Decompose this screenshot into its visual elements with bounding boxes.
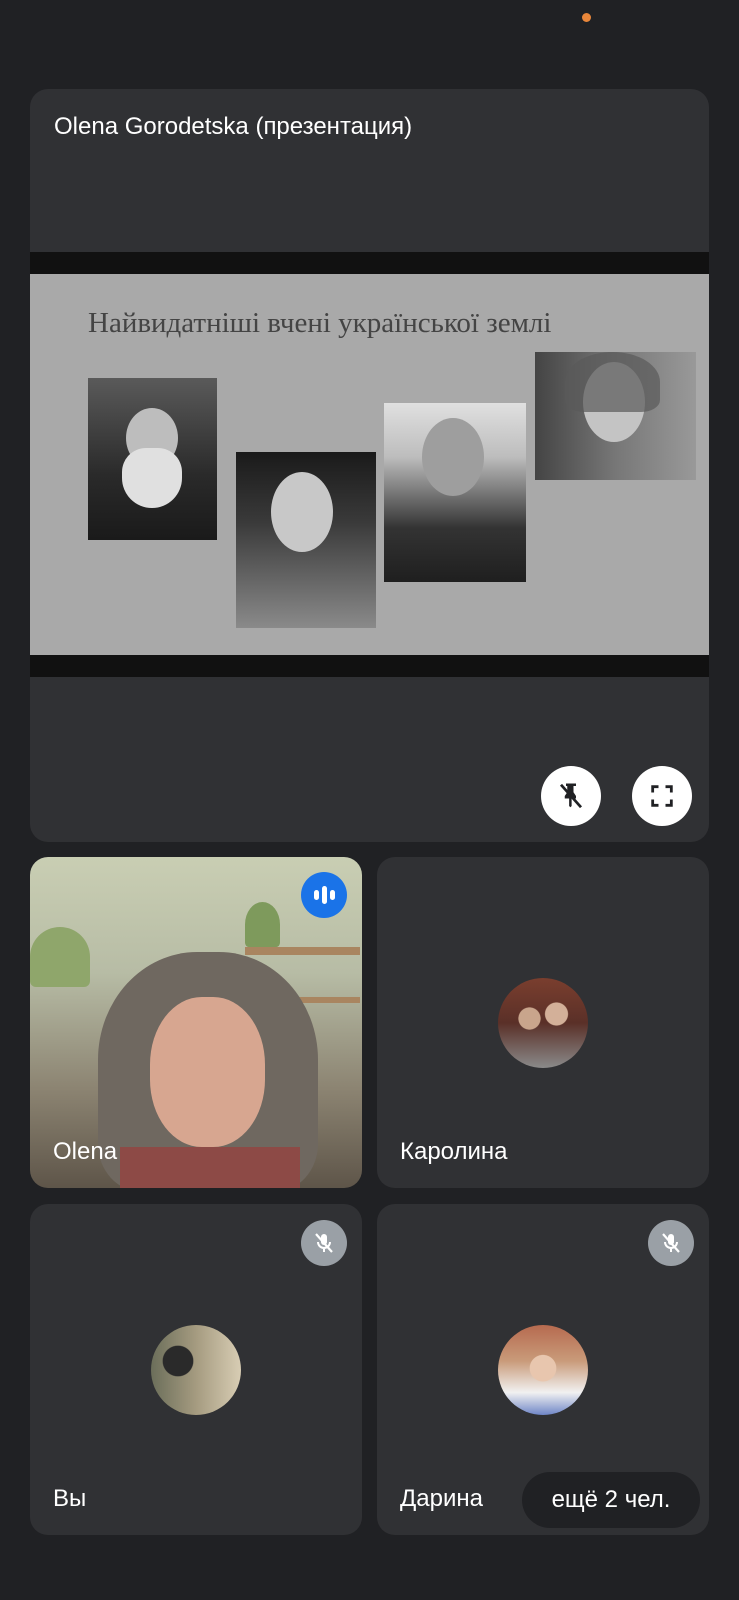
portrait-4-photo [535, 352, 696, 480]
presentation-title: Olena Gorodetska (презентация) [54, 113, 413, 140]
participant-video-shirt [120, 1147, 300, 1188]
status-dot [582, 13, 591, 22]
presentation-tile[interactable]: Olena Gorodetska (презентация) Найвидатн… [30, 89, 709, 842]
portrait-1-photo [88, 378, 217, 540]
participant-tile-you[interactable]: Вы [30, 1204, 362, 1535]
fullscreen-button[interactable] [632, 766, 692, 826]
participant-tile-karolina[interactable]: Каролина [377, 857, 709, 1188]
more-participants-button[interactable]: ещё 2 чел. [522, 1472, 700, 1528]
portrait-3-photo [384, 403, 526, 582]
speaking-indicator-icon [301, 872, 347, 918]
plant-decor [245, 902, 280, 947]
unpin-button[interactable] [541, 766, 601, 826]
avatar [498, 1324, 588, 1415]
avatar [498, 977, 588, 1068]
letterbox-top [30, 252, 709, 274]
shelf-decor [245, 947, 360, 955]
mic-off-icon [648, 1220, 694, 1266]
participant-name: Olena [53, 1138, 118, 1165]
participant-name: Каролина [400, 1138, 508, 1165]
fullscreen-icon [651, 785, 673, 807]
plant-decor [30, 927, 90, 987]
letterbox-bottom [30, 655, 709, 677]
unpin-icon [559, 783, 583, 809]
participant-name: Вы [53, 1485, 87, 1512]
participant-name: Дарина [400, 1485, 483, 1512]
avatar [151, 1324, 241, 1415]
presentation-slide: Найвидатніші вчені української землі [30, 274, 709, 655]
portrait-2-photo [236, 452, 376, 628]
participant-tile-olena[interactable]: Olena [30, 857, 362, 1188]
mic-off-icon [301, 1220, 347, 1266]
slide-title: Найвидатніші вчені української землі [88, 307, 552, 339]
participant-video-face [150, 997, 265, 1147]
